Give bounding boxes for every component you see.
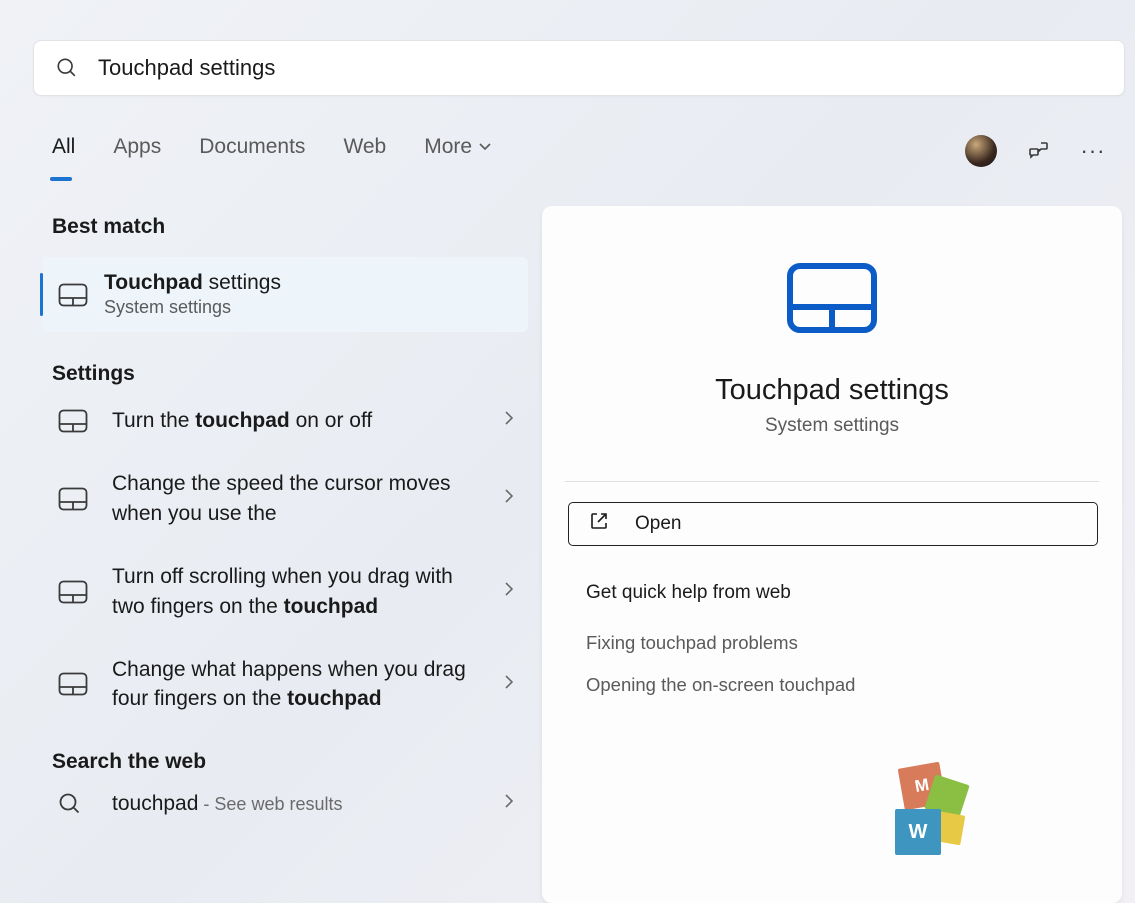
settings-item-text: Change what happens when you drag four f… [112,655,480,714]
user-avatar[interactable] [965,135,997,167]
settings-item[interactable]: Turn the touchpad on or off [42,404,528,437]
divider [565,481,1099,482]
tab-apps[interactable]: Apps [113,135,161,169]
tab-more-label: More [424,135,472,159]
best-match-result[interactable]: Touchpad settings System settings [42,257,528,332]
chevron-right-icon [504,581,514,602]
best-match-text: Touchpad settings System settings [104,271,281,318]
more-options-icon[interactable]: ··· [1081,139,1105,163]
open-button[interactable]: Open [568,502,1098,546]
tab-more[interactable]: More [424,135,492,169]
touchpad-icon [58,283,88,307]
tab-web[interactable]: Web [343,135,386,169]
preview-pane: Touchpad settings System settings Open G… [542,206,1122,903]
settings-item-text: Change the speed the cursor moves when y… [112,469,480,528]
results-column: Best match Touchpad settings System sett… [42,215,528,816]
search-icon [58,792,88,816]
search-bar[interactable]: Touchpad settings [33,40,1125,96]
search-icon [56,57,78,79]
web-search-item[interactable]: touchpad - See web results [42,792,528,816]
settings-item-text: Turn the touchpad on or off [112,406,480,435]
chevron-right-icon [504,674,514,695]
preview-touchpad-icon [786,262,878,334]
touchpad-icon [58,487,88,511]
tab-documents[interactable]: Documents [199,135,305,169]
best-match-subtitle: System settings [104,297,281,318]
chat-icon[interactable] [1027,139,1051,163]
tab-all[interactable]: All [52,135,75,169]
settings-header: Settings [52,362,528,386]
web-search-text: touchpad - See web results [112,792,480,816]
search-web-header: Search the web [52,750,528,774]
chevron-right-icon [504,488,514,509]
touchpad-icon [58,580,88,604]
watermark-logo: M W [895,765,965,855]
open-external-icon [589,511,609,537]
settings-item[interactable]: Turn off scrolling when you drag with tw… [42,560,528,623]
touchpad-icon [58,409,88,433]
help-link[interactable]: Opening the on-screen touchpad [586,674,1096,696]
quick-help-header: Get quick help from web [586,582,1096,604]
touchpad-icon [58,672,88,696]
settings-list: Turn the touchpad on or off Change the s… [42,404,528,716]
search-web-section: Search the web touchpad - See web result… [42,750,528,816]
preview-title: Touchpad settings [568,374,1096,407]
settings-item[interactable]: Change what happens when you drag four f… [42,653,528,716]
settings-item-text: Turn off scrolling when you drag with tw… [112,562,480,621]
filter-tabs: All Apps Documents Web More ··· [52,135,1105,169]
chevron-right-icon [504,793,514,814]
chevron-right-icon [504,410,514,431]
search-query-text: Touchpad settings [98,55,1102,81]
best-match-title: Touchpad settings [104,271,281,295]
chevron-down-icon [478,142,492,152]
open-button-label: Open [635,513,681,535]
best-match-header: Best match [52,215,528,239]
settings-item[interactable]: Change the speed the cursor moves when y… [42,467,528,530]
tabs-right-actions: ··· [965,135,1105,167]
help-link[interactable]: Fixing touchpad problems [586,632,1096,654]
preview-subtitle: System settings [568,415,1096,437]
